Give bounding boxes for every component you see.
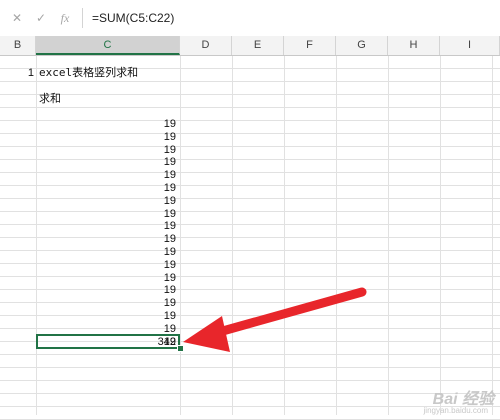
red-arrow-annotation (183, 287, 367, 352)
watermark-url: jingyan.baidu.com (423, 406, 488, 415)
arrow-shaft (207, 287, 367, 339)
arrow-head (183, 316, 230, 352)
